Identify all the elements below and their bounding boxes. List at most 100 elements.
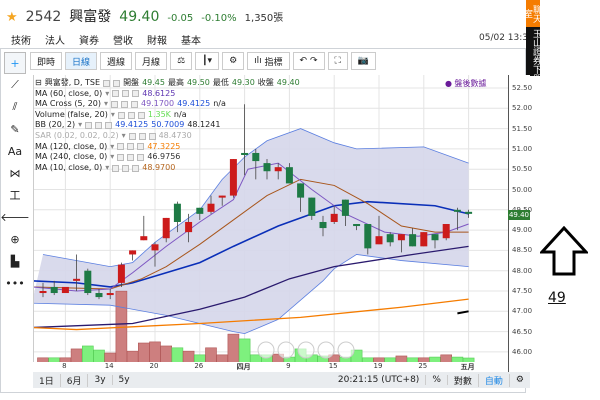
favorite-star-icon[interactable]: ★	[6, 10, 18, 25]
daily-button[interactable]: 日線	[65, 52, 98, 70]
indicator-name[interactable]: MA (10, close, 0)	[35, 163, 102, 174]
compare-button[interactable]: ⚖	[170, 52, 193, 70]
indicators-button[interactable]: ılı 指標	[247, 52, 290, 70]
eye-icon[interactable]	[128, 132, 136, 140]
dropdown-icon[interactable]: ▾	[105, 163, 109, 174]
realtime-button[interactable]: 即時	[30, 52, 63, 70]
dropdown-icon[interactable]: ▾	[110, 142, 114, 153]
price-tick-label: 52.00	[512, 104, 533, 113]
settings-icon[interactable]	[138, 132, 146, 140]
auto-toggle[interactable]: 自動	[479, 373, 510, 387]
after-hours-data[interactable]: ● 盤後數據	[445, 78, 487, 89]
candle-body	[73, 278, 81, 281]
range-5y[interactable]: 5y	[113, 375, 136, 385]
undo-button[interactable]: ↶ ↷	[292, 52, 325, 70]
measure-tool-icon[interactable]: 工	[4, 184, 26, 206]
chart-settings-icon[interactable]: ▙	[4, 250, 26, 272]
eye-icon[interactable]	[117, 143, 125, 151]
log-toggle[interactable]: 對數	[448, 373, 479, 387]
volume-bar	[138, 342, 150, 364]
close-icon[interactable]	[137, 143, 145, 151]
eye-icon[interactable]	[117, 111, 125, 119]
trend-line-tool-icon[interactable]: ⟋	[4, 74, 26, 96]
candle-body	[185, 221, 193, 233]
date-axis[interactable]: 8 14 20 26 四月 9 15 19 25 五月	[33, 362, 508, 372]
zoom-in-icon[interactable]: ⊕	[4, 228, 26, 250]
close-icon[interactable]	[148, 132, 156, 140]
range-3y[interactable]: 3y	[88, 375, 113, 385]
undo-icon: ↶	[299, 56, 308, 66]
dropdown-icon[interactable]: ▾	[78, 120, 82, 131]
close-icon[interactable]	[131, 100, 139, 108]
dropdown-icon[interactable]: ▾	[122, 131, 126, 142]
candle-type-dropdown[interactable]: ┃▾	[195, 52, 220, 70]
dropdown-icon[interactable]: ▾	[104, 99, 108, 110]
candle-body	[218, 195, 226, 198]
indicator-name[interactable]: SAR (0.02, 0.02, 0.2)	[35, 131, 119, 142]
pitchfork-tool-icon[interactable]: ⫽	[4, 96, 26, 118]
eye-icon[interactable]	[112, 164, 120, 172]
redo-icon[interactable]: ↷	[310, 56, 318, 66]
close-icon[interactable]	[132, 90, 140, 98]
collapse-icon[interactable]: ⊟	[35, 78, 42, 89]
eye-icon[interactable]	[111, 100, 119, 108]
screenshot-button[interactable]: 📷	[350, 52, 377, 70]
close-icon[interactable]	[137, 111, 145, 119]
percent-toggle[interactable]: %	[426, 375, 448, 385]
settings-icon[interactable]	[122, 90, 130, 98]
crosshair-tool-icon[interactable]: +	[4, 52, 26, 74]
settings-icon[interactable]	[121, 100, 129, 108]
back-arrow-icon[interactable]: 🡐	[0, 206, 30, 228]
settings-icon[interactable]	[122, 164, 130, 172]
price-tick-label: 47.00	[512, 307, 533, 316]
settings-icon[interactable]	[127, 143, 135, 151]
dropdown-icon[interactable]: ▾	[110, 152, 114, 163]
settings-icon[interactable]	[95, 122, 103, 130]
eye-icon[interactable]	[85, 122, 93, 130]
chat-room-button[interactable]: 聊天室	[522, 0, 541, 27]
pattern-tool-icon[interactable]: ⋈	[4, 162, 26, 184]
candle-body	[117, 264, 125, 283]
range-1d[interactable]: 1日	[33, 373, 61, 387]
more-icon[interactable]: •••	[4, 272, 26, 294]
price-tick-label: 48.00	[512, 266, 533, 275]
text-tool-icon[interactable]: Aa	[4, 140, 26, 162]
indicator-name[interactable]: Volume (false, 20)	[35, 110, 108, 121]
eye-icon[interactable]	[112, 90, 120, 98]
weekly-button[interactable]: 週線	[100, 52, 133, 70]
price-axis[interactable]: 46.0046.5047.0047.5048.0048.5049.0049.50…	[508, 75, 533, 372]
close-icon[interactable]	[105, 122, 113, 130]
volume-bar	[440, 354, 453, 364]
volume-bar	[194, 354, 206, 364]
eye-icon[interactable]	[103, 79, 111, 87]
indicator-name[interactable]: MA (120, close, 0)	[35, 142, 107, 153]
dropdown-icon[interactable]: ▾	[111, 110, 115, 121]
close-icon[interactable]	[137, 153, 145, 161]
settings-icon[interactable]	[127, 111, 135, 119]
settings-icon[interactable]	[127, 153, 135, 161]
gear-icon[interactable]: ⚙	[510, 375, 530, 385]
date-tick-label: 9	[286, 362, 291, 370]
close-icon[interactable]	[132, 164, 140, 172]
monthly-button[interactable]: 月線	[135, 52, 168, 70]
eye-icon[interactable]	[117, 153, 125, 161]
dropdown-icon[interactable]: ▾	[105, 89, 109, 100]
candle-body	[61, 286, 69, 294]
indicator-name[interactable]: MA (240, close, 0)	[35, 152, 107, 163]
date-tick-label: 20	[149, 362, 159, 370]
brush-tool-icon[interactable]: ✎	[4, 118, 26, 140]
date-tick-label: 四月	[236, 363, 251, 371]
settings-icon[interactable]	[113, 79, 121, 87]
settings-button[interactable]: ⚙	[222, 52, 245, 70]
close-value: 49.40	[276, 78, 300, 87]
candle-body	[39, 291, 47, 294]
volume-bar	[70, 348, 83, 364]
indicator-name[interactable]: MA Cross (5, 20)	[35, 99, 101, 110]
gear-icon: ⚙	[229, 56, 238, 66]
fullscreen-button[interactable]: ⛶	[327, 52, 348, 70]
range-6m[interactable]: 6月	[61, 373, 89, 387]
indicator-name[interactable]: BB (20, 2)	[35, 120, 75, 131]
indicator-value: 48.1241	[187, 120, 221, 130]
chart-nav-button	[257, 341, 275, 359]
indicator-name[interactable]: MA (60, close, 0)	[35, 89, 102, 100]
